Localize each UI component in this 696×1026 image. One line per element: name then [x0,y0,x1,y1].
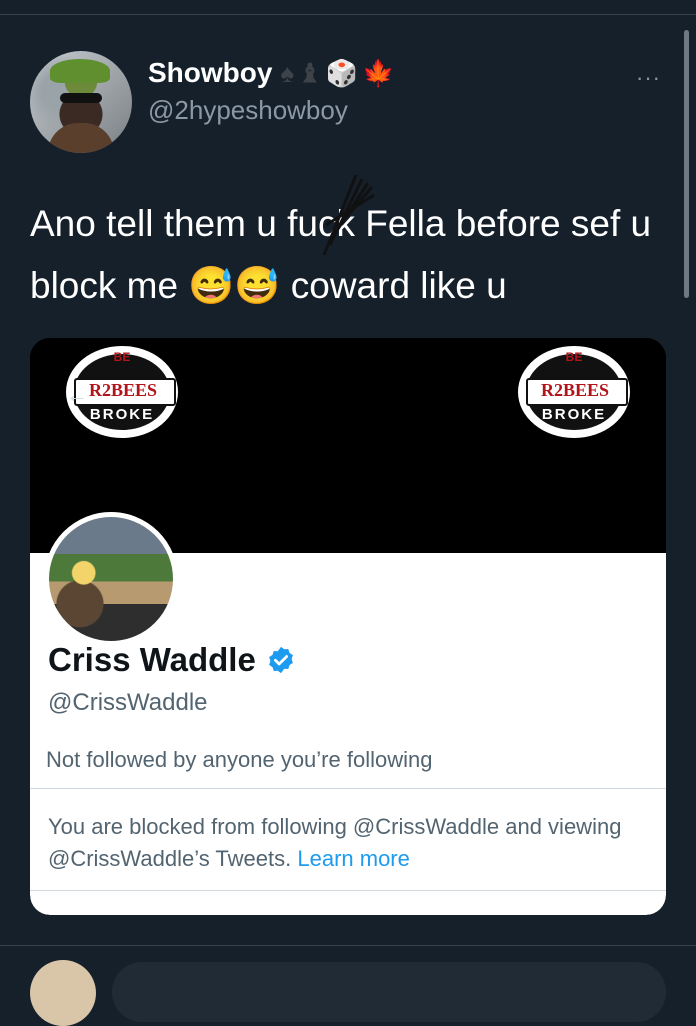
divider [30,788,666,789]
dice-icon: 🎲 [325,57,358,88]
divider [30,890,666,891]
r2bees-logo-right: BE R2BEES BROKE [512,344,636,438]
name-emojis: ♠ ♝ 🎲 🍁 [280,58,394,89]
display-name[interactable]: Showboy ♠ ♝ 🎲 🍁 [148,57,394,89]
more-options-icon[interactable]: ··· [636,65,661,91]
bottom-divider [0,945,696,946]
back-arrow-icon[interactable]: ← [66,382,88,408]
spade-icon: ♠ [280,57,295,88]
scribble-mark [322,174,375,256]
verified-badge-icon [268,646,293,674]
avatar[interactable] [30,51,132,153]
reply-input[interactable] [112,962,666,1022]
blocked-notice: You are blocked from following @CrissWad… [48,811,638,875]
profile-name-text: Criss Waddle [48,641,256,678]
profile-handle: @CrissWaddle [48,689,208,716]
reply-avatar [30,960,96,1026]
learn-more-link[interactable]: Learn more [297,846,410,871]
chess-bishop-icon: ♝ [298,57,322,88]
followers-you-know-text: Not followed by anyone you’re following [46,747,433,772]
screenshot-card[interactable]: BE R2BEES BROKE ← BE R2BEES BROKE Criss … [30,338,666,915]
profile-avatar [44,512,178,646]
tweet: Showboy ♠ ♝ 🎲 🍁 @2hypeshowboy ··· Ano te… [0,15,696,945]
maple-leaf-icon: 🍁 [361,57,395,88]
user-handle[interactable]: @2hypeshowboy [148,95,348,126]
display-name-text: Showboy [148,57,273,88]
profile-name: Criss Waddle [48,641,296,679]
